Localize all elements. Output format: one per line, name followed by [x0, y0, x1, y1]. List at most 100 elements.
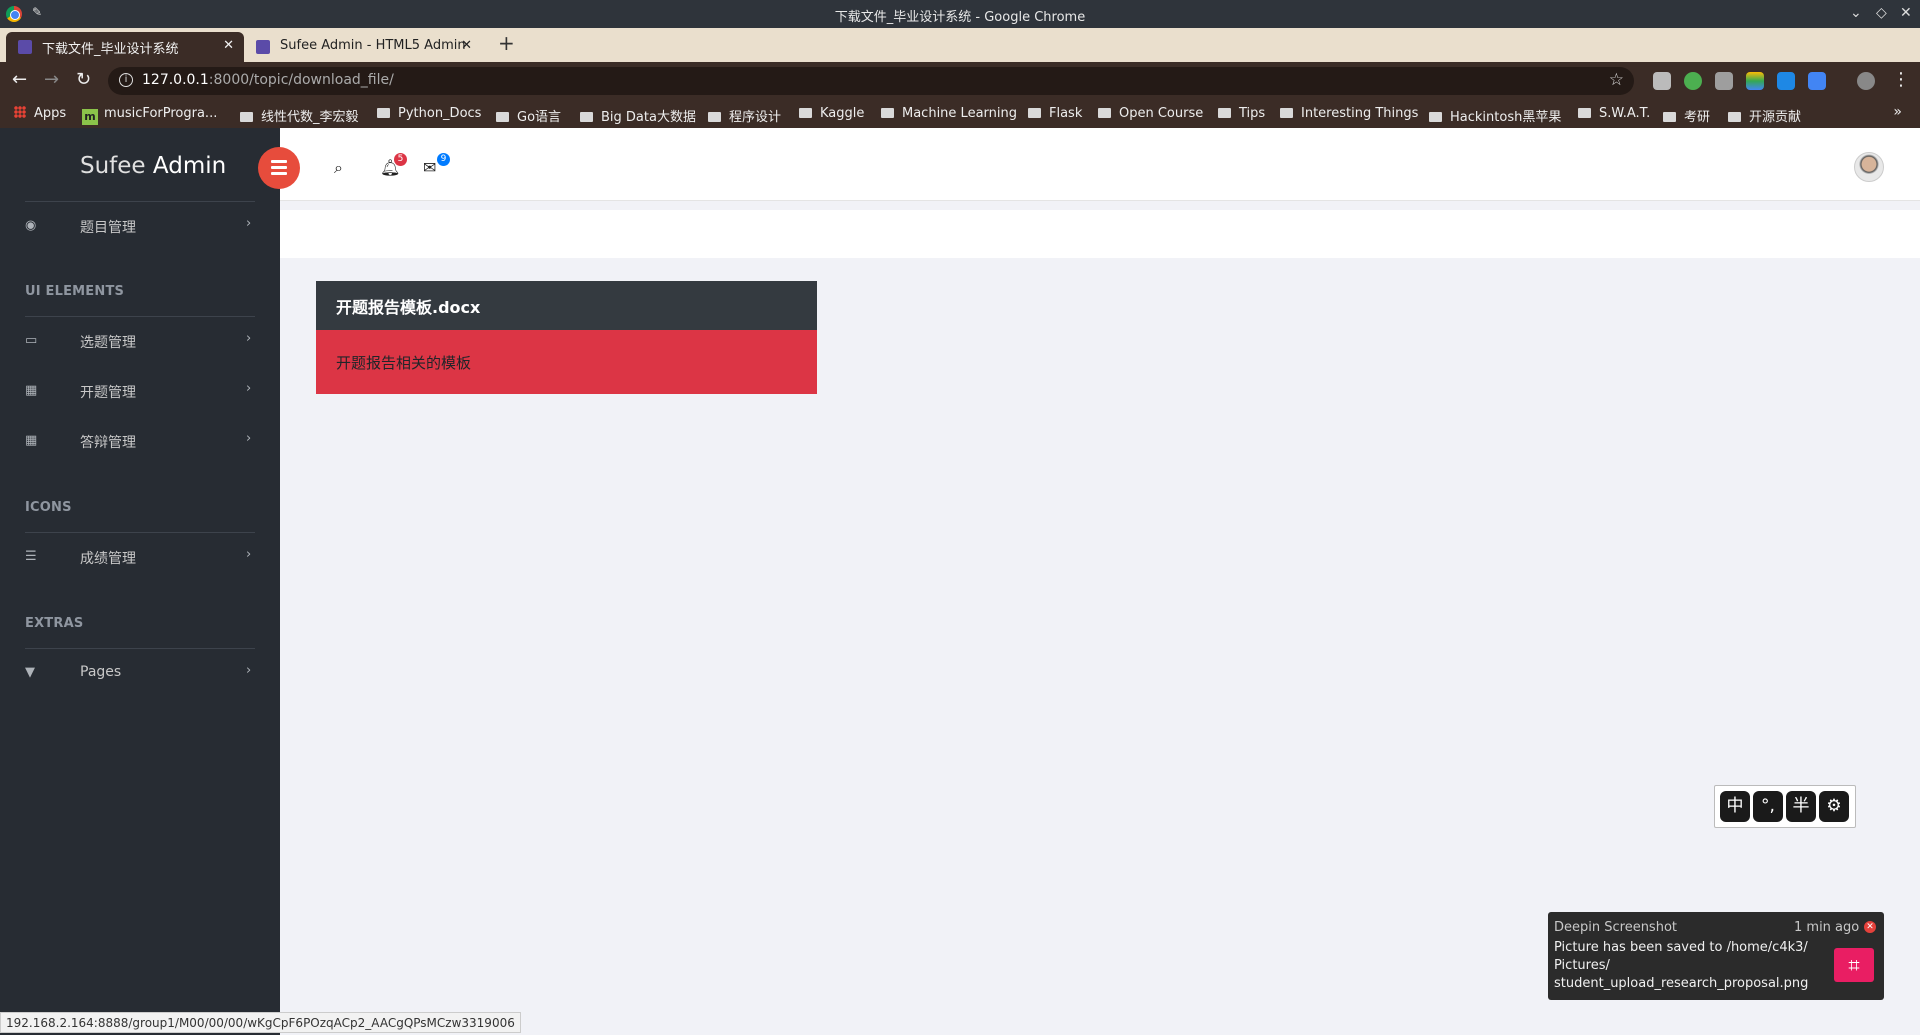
search-icon[interactable]: ⌕ [334, 158, 343, 178]
extension-icon[interactable] [1684, 72, 1702, 90]
sidebar-item-topic-management[interactable]: ◉ 题目管理 › [0, 206, 280, 246]
folder-icon [1280, 108, 1293, 118]
bookmark-folder[interactable]: Tips [1218, 106, 1265, 121]
translate-icon[interactable] [1808, 72, 1826, 90]
drive-icon[interactable] [1746, 72, 1764, 90]
notification-app-name: Deepin Screenshot [1554, 920, 1677, 935]
profile-icon[interactable] [1857, 72, 1875, 90]
tasks-icon: ☰ [25, 549, 37, 564]
bookmark-folder[interactable]: S.W.A.T. [1578, 106, 1650, 121]
sidebar-item-grade-management[interactable]: ☰ 成绩管理 › [0, 537, 280, 577]
bookmark-folder[interactable]: 考研 [1663, 106, 1710, 125]
bookmark-folder[interactable]: Flask [1028, 106, 1082, 121]
tab-sufee-admin[interactable]: Sufee Admin - HTML5 Admin ✕ [244, 32, 482, 62]
maximize-icon[interactable]: ◇ [1876, 5, 1887, 21]
folder-icon [1098, 108, 1111, 118]
filter-icon: ▼ [25, 665, 35, 680]
extension-icon[interactable] [1715, 72, 1733, 90]
folder-icon [240, 112, 253, 122]
folder-icon [496, 112, 509, 122]
reload-icon[interactable]: ↻ [76, 69, 91, 90]
dashboard-icon: ◉ [25, 218, 37, 233]
bookmark-folder[interactable]: Big Data大数据 [580, 106, 696, 125]
tab-download-file[interactable]: 下载文件_毕业设计系统 ✕ [6, 32, 244, 62]
tab-strip: 下载文件_毕业设计系统 ✕ Sufee Admin - HTML5 Admin … [0, 28, 1920, 62]
window-title: 下载文件_毕业设计系统 - Google Chrome [834, 10, 1086, 25]
music-site-icon: m [82, 109, 98, 125]
bookmarks-overflow-icon[interactable]: » [1893, 104, 1902, 120]
folder-icon [377, 108, 390, 118]
brand-logo[interactable]: Sufee Admin [80, 153, 226, 179]
menu-dots-icon[interactable]: ⋮ [1892, 69, 1910, 90]
sidebar-item-defense-management[interactable]: ▦ 答辩管理 › [0, 421, 280, 461]
new-tab-button[interactable]: + [498, 31, 515, 55]
info-icon[interactable]: i [119, 73, 133, 87]
message-count-badge: 9 [437, 153, 450, 166]
ime-chinese-mode-button[interactable]: 中 [1720, 791, 1750, 822]
top-header: ⌕ 🔔︎ 5 ✉ 9 [280, 128, 1920, 201]
sidebar: Sufee Admin ◉ 题目管理 › UI ELEMENTS ▭ 选题管理 … [0, 128, 280, 1035]
bookmark-item[interactable]: m musicForProgra... [82, 106, 217, 125]
folder-icon [580, 112, 593, 122]
mail-icon[interactable]: ✉ [423, 158, 436, 177]
address-bar[interactable]: i 127.0.0.1:8000/topic/download_file/ ☆ [108, 67, 1634, 95]
window-titlebar: ✎ 下载文件_毕业设计系统 - Google Chrome ⌄ ◇ ✕ [0, 0, 1920, 28]
divider [25, 201, 255, 202]
url-path: :8000/topic/download_file/ [208, 72, 394, 88]
crop-icon: ⌗ [1834, 948, 1874, 982]
file-card[interactable]: 开题报告模板.docx 开题报告相关的模板 [316, 281, 817, 394]
bookmark-apps[interactable]: Apps [14, 106, 66, 121]
bookmark-folder[interactable]: Kaggle [799, 106, 864, 121]
avatar[interactable] [1854, 152, 1884, 182]
bookmark-folder[interactable]: Machine Learning [881, 106, 1017, 121]
sidebar-item-proposal-management[interactable]: ▦ 开题管理 › [0, 371, 280, 411]
folder-icon [708, 112, 721, 122]
browser-toolbar: ← → ↻ i 127.0.0.1:8000/topic/download_fi… [0, 62, 1920, 100]
sidebar-item-topic-selection[interactable]: ▭ 选题管理 › [0, 321, 280, 361]
bookmark-folder[interactable]: 开源贡献 [1728, 106, 1801, 125]
bookmark-folder[interactable]: Interesting Things [1280, 106, 1418, 121]
extension-icon[interactable] [1653, 72, 1671, 90]
extension-icon[interactable] [1777, 72, 1795, 90]
menu-toggle-button[interactable] [258, 147, 300, 189]
screenshot-notification[interactable]: Deepin Screenshot 1 min ago ✕ Picture ha… [1548, 912, 1884, 1000]
file-card-title[interactable]: 开题报告模板.docx [316, 281, 817, 330]
folder-icon [1218, 108, 1231, 118]
notification-message: Picture has been saved to /home/c4k3/ Pi… [1554, 940, 1809, 991]
apps-grid-icon [14, 106, 26, 118]
notification-count-badge: 5 [394, 153, 407, 166]
chevron-right-icon: › [246, 547, 252, 562]
folder-icon [1728, 112, 1741, 122]
sidebar-item-pages[interactable]: ▼ Pages › [0, 653, 280, 693]
back-arrow-icon[interactable]: ← [12, 69, 27, 90]
close-window-icon[interactable]: ✕ [1900, 5, 1912, 21]
forward-arrow-icon[interactable]: → [44, 69, 59, 90]
ime-settings-icon[interactable]: ⚙ [1819, 791, 1849, 822]
notification-close-icon[interactable]: ✕ [1864, 921, 1876, 933]
th-icon: ▦ [25, 433, 38, 448]
folder-icon [1578, 108, 1591, 118]
bookmark-folder[interactable]: Open Course [1098, 106, 1203, 121]
table-icon: ▦ [25, 383, 38, 398]
bookmark-folder[interactable]: 线性代数_李宏毅 [240, 106, 359, 125]
link-status-url: 192.168.2.164:8888/group1/M00/00/00/wKgC… [0, 1012, 521, 1033]
tab-close-icon[interactable]: ✕ [461, 38, 472, 53]
folder-icon [799, 108, 812, 118]
tab-close-icon[interactable]: ✕ [223, 38, 234, 53]
bookmark-folder[interactable]: Python_Docs [377, 106, 481, 121]
laptop-icon: ▭ [25, 333, 38, 348]
minimize-icon[interactable]: ⌄ [1850, 5, 1862, 21]
tab-label: 下载文件_毕业设计系统 [42, 42, 179, 57]
chevron-right-icon: › [246, 663, 252, 678]
bookmark-folder[interactable]: Go语言 [496, 106, 561, 125]
bookmark-folder[interactable]: 程序设计 [708, 106, 781, 125]
ime-punctuation-button[interactable]: °, [1753, 791, 1783, 822]
section-heading-extras: EXTRAS [25, 616, 84, 631]
ime-halfwidth-button[interactable]: 半 [1786, 791, 1816, 822]
folder-icon [1663, 112, 1676, 122]
bookmark-star-icon[interactable]: ☆ [1609, 70, 1624, 90]
bookmarks-bar: Apps m musicForProgra... 线性代数_李宏毅 Python_… [0, 100, 1920, 128]
bookmark-folder[interactable]: Hackintosh黑苹果 [1429, 106, 1561, 125]
folder-icon [881, 108, 894, 118]
section-heading-icons: ICONS [25, 500, 72, 515]
